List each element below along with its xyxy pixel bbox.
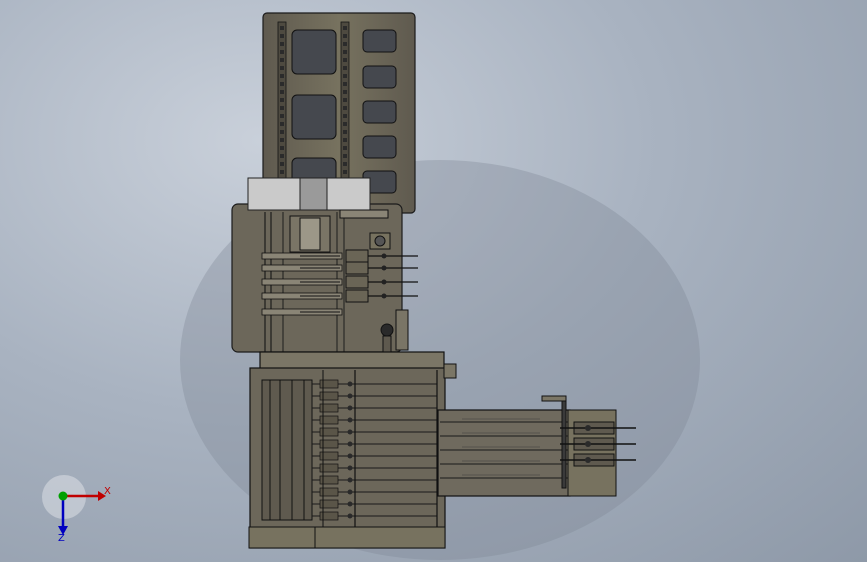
rail-notch	[280, 82, 284, 86]
bolt	[347, 441, 353, 447]
rail-notch	[280, 98, 284, 102]
gripper-pin	[381, 279, 387, 285]
rail-notch	[280, 34, 284, 38]
rail-notch	[280, 26, 284, 30]
bolt	[347, 501, 353, 507]
pin-bolt	[585, 441, 591, 447]
rail-notch	[280, 130, 284, 134]
rail-notch	[280, 58, 284, 62]
rail-notch	[343, 74, 347, 78]
z-axis-label: Z	[58, 533, 65, 544]
bolt	[347, 477, 353, 483]
bolt	[347, 513, 353, 519]
rail-notch	[280, 114, 284, 118]
rail-notch	[280, 138, 284, 142]
rail-notch	[280, 42, 284, 46]
gripper-block	[345, 249, 369, 263]
bolt	[347, 465, 353, 471]
gripper-pin	[381, 293, 387, 299]
machine-assembly-model[interactable]: X Z	[0, 0, 867, 562]
y-axis-marker-icon	[58, 491, 68, 501]
rail-notch	[280, 50, 284, 54]
axis-triad: X Z	[42, 475, 111, 544]
gripper-block	[345, 289, 369, 303]
rail-notch	[343, 138, 347, 142]
bolt	[347, 381, 353, 387]
lower-base-plate[interactable]	[248, 351, 457, 549]
x-axis-label: X	[104, 486, 111, 497]
rail-notch	[280, 154, 284, 158]
gripper-block	[345, 275, 369, 289]
rail-notch	[280, 122, 284, 126]
bolt	[347, 489, 353, 495]
bolt	[347, 429, 353, 435]
rail-notch	[343, 106, 347, 110]
rail-notch	[343, 90, 347, 94]
rail-notch	[343, 162, 347, 166]
rail-notch	[280, 66, 284, 70]
bolt	[347, 405, 353, 411]
rail-notch	[343, 154, 347, 158]
rail-notch	[343, 114, 347, 118]
pin-bolt	[585, 425, 591, 431]
rail-notch	[343, 58, 347, 62]
rail-notch	[343, 26, 347, 30]
rail-notch	[343, 146, 347, 150]
rail-notch	[343, 66, 347, 70]
rail-notch	[343, 98, 347, 102]
rail-notch	[343, 34, 347, 38]
rail-notch	[280, 106, 284, 110]
gripper-pin	[381, 253, 387, 259]
rail-notch	[343, 42, 347, 46]
rail-notch	[280, 162, 284, 166]
bolt	[347, 393, 353, 399]
rail-notch	[280, 74, 284, 78]
rail-notch	[343, 82, 347, 86]
rail-notch	[343, 50, 347, 54]
rail-notch	[280, 146, 284, 150]
bolt	[347, 417, 353, 423]
gripper-pin	[381, 265, 387, 271]
rail-notch	[343, 170, 347, 174]
gripper-block	[345, 261, 369, 275]
rail-notch	[343, 130, 347, 134]
pin-bolt	[585, 457, 591, 463]
cad-viewport[interactable]: X Z	[0, 0, 867, 562]
rail-notch	[343, 122, 347, 126]
rail-notch	[280, 170, 284, 174]
middle-frame-plate[interactable]	[231, 177, 418, 353]
feeder-extension-arm[interactable]	[437, 395, 636, 497]
bolt	[347, 453, 353, 459]
rail-notch	[280, 90, 284, 94]
